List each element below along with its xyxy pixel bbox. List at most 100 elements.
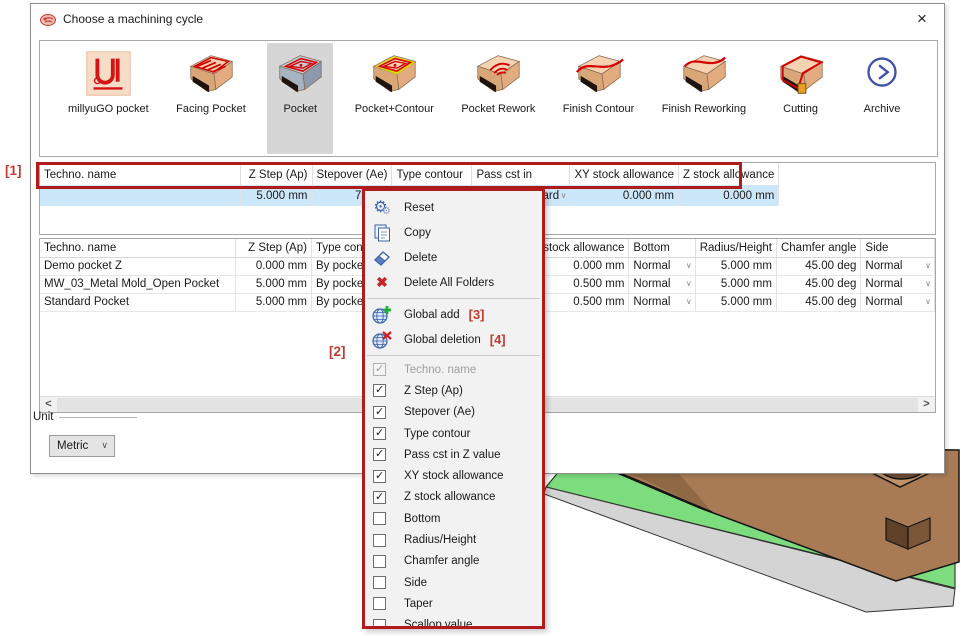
cell[interactable]: MW_03_Metal Mold_Open Pocket — [40, 275, 236, 293]
cell[interactable]: Normal∨ — [861, 293, 935, 311]
archive-icon — [855, 49, 909, 101]
cycle-label: Pocket — [283, 103, 317, 116]
column-toggle-z-stock-allowance[interactable]: Z stock allowance — [365, 487, 542, 508]
checkbox-icon[interactable] — [373, 384, 386, 397]
cell[interactable]: Demo pocket Z — [40, 257, 236, 275]
cell[interactable]: Normal∨ — [861, 257, 935, 275]
checkbox-icon[interactable] — [373, 534, 386, 547]
column-header-type-contour[interactable]: Type contour — [392, 163, 472, 185]
column-toggle-stepover-ae[interactable]: Stepover (Ae) — [365, 402, 542, 423]
menu-item-global-add[interactable]: Global add [3] — [365, 302, 542, 327]
column-toggle-label: Z stock allowance — [404, 491, 495, 503]
cell[interactable] — [40, 185, 240, 206]
checkbox-icon[interactable] — [373, 512, 386, 525]
menu-item-delete[interactable]: Delete — [365, 245, 542, 270]
unit-select[interactable]: Metric ∨ — [49, 435, 115, 457]
column-toggle-chamfer-angle[interactable]: Chamfer angle — [365, 551, 542, 572]
cycle-finish-contour[interactable]: Finish Contour — [557, 43, 641, 154]
menu-item-reset[interactable]: ⚙⚙Reset — [365, 195, 542, 220]
checkbox-icon[interactable] — [373, 427, 386, 440]
menu-item-global-deletion[interactable]: Global deletion[4] — [365, 327, 542, 352]
column-toggle-side[interactable]: Side — [365, 572, 542, 593]
cell[interactable]: 5.000 mm — [695, 257, 776, 275]
cycle-facing-pocket[interactable]: Facing Pocket — [170, 43, 252, 154]
column-header-xy-stock-allowance[interactable]: XY stock allowance — [570, 163, 679, 185]
checkbox-icon[interactable] — [373, 597, 386, 610]
cycle-pocket-rework[interactable]: Pocket Rework — [455, 43, 541, 154]
column-header-bottom[interactable]: Bottom — [629, 239, 695, 257]
column-toggle-xy-stock-allowance[interactable]: XY stock allowance — [365, 465, 542, 486]
cell[interactable]: Normal∨ — [861, 275, 935, 293]
cell[interactable]: 0.000 mm — [236, 257, 312, 275]
cell[interactable]: Normal∨ — [629, 275, 695, 293]
annotation-label-2: [2] — [329, 344, 346, 359]
cell[interactable]: Standard Pocket — [40, 293, 236, 311]
column-toggle-label: Bottom — [404, 513, 440, 525]
cell[interactable]: 45.00 deg — [776, 293, 860, 311]
checkbox-icon[interactable] — [373, 619, 386, 629]
cell[interactable]: 45.00 deg — [776, 275, 860, 293]
column-header-z-stock-allowance[interactable]: Z stock allowance — [678, 163, 778, 185]
cycle-archive[interactable]: Archive — [849, 43, 915, 154]
checkbox-icon[interactable] — [373, 491, 386, 504]
cell[interactable]: 0.000 mm — [678, 185, 778, 206]
checkbox-icon[interactable] — [373, 448, 386, 461]
cell[interactable]: 5.000 mm — [695, 275, 776, 293]
checkbox-icon[interactable] — [373, 406, 386, 419]
cycle-label: millyuGO pocket — [68, 103, 149, 116]
column-header-pass-cst-in[interactable]: Pass cst in — [472, 163, 570, 185]
menu-item-copy[interactable]: Copy — [365, 220, 542, 245]
column-header-radius-height[interactable]: Radius/Height — [695, 239, 776, 257]
column-toggle-pass-cst-in-z-value[interactable]: Pass cst in Z value — [365, 444, 542, 465]
annotation-label: [3] — [469, 307, 485, 322]
column-toggle-label: Side — [404, 577, 427, 589]
checkbox-icon[interactable] — [373, 555, 386, 568]
cell[interactable]: 0.000 mm — [570, 185, 679, 206]
cycle-millyugo-pocket[interactable]: millyuGO pocket — [62, 43, 155, 154]
column-header-side[interactable]: Side — [861, 239, 935, 257]
column-toggle-label: Taper — [404, 598, 433, 610]
column-toggle-scallop-value[interactable]: Scallop value — [365, 615, 542, 629]
column-header-techno-name[interactable]: Techno. name — [40, 163, 240, 185]
column-header-techno-name[interactable]: Techno. name — [40, 239, 236, 257]
column-toggle-z-step-ap[interactable]: Z Step (Ap) — [365, 380, 542, 401]
checkbox-icon[interactable] — [373, 576, 386, 589]
column-toggle-type-contour[interactable]: Type contour — [365, 423, 542, 444]
cycle-pocket[interactable]: Pocket — [267, 43, 333, 154]
groupbox-rule — [59, 417, 137, 418]
close-icon[interactable]: × — [910, 8, 934, 30]
cell[interactable]: 5.000 mm — [695, 293, 776, 311]
cell[interactable]: 5.000 mm — [236, 293, 312, 311]
cell[interactable]: 5.000 mm — [240, 185, 312, 206]
menu-item-label: Delete — [404, 252, 437, 264]
column-header-chamfer-angle[interactable]: Chamfer angle — [776, 239, 860, 257]
menu-item-delete-all-folders[interactable]: ✖Delete All Folders — [365, 270, 542, 295]
checkbox-icon[interactable] — [373, 470, 386, 483]
column-toggle-label: XY stock allowance — [404, 470, 504, 482]
column-toggle-taper[interactable]: Taper — [365, 593, 542, 614]
globe-add-icon — [370, 305, 394, 324]
cell[interactable]: 45.00 deg — [776, 257, 860, 275]
cycle-pocket-contour[interactable]: Pocket+Contour — [349, 43, 440, 154]
chevron-down-icon: ∨ — [686, 297, 692, 306]
menu-item-label: Global add — [404, 309, 460, 321]
cell-value: Normal — [633, 260, 670, 272]
cutting-icon — [774, 49, 828, 101]
unit-label: Unit — [33, 411, 53, 423]
column-toggle-radius-height[interactable]: Radius/Height — [365, 529, 542, 550]
scroll-right-icon[interactable]: > — [918, 397, 935, 413]
cycle-label: Finish Reworking — [662, 103, 746, 116]
cell[interactable]: Normal∨ — [629, 257, 695, 275]
column-toggle-bottom[interactable]: Bottom — [365, 508, 542, 529]
cycle-label: Cutting — [783, 103, 818, 116]
checkbox-icon — [373, 363, 386, 376]
cycle-finish-reworking[interactable]: Finish Reworking — [656, 43, 752, 154]
cycle-label: Finish Contour — [563, 103, 635, 116]
column-header-z-step-ap[interactable]: Z Step (Ap) — [240, 163, 312, 185]
column-header-stepover-ae[interactable]: Stepover (Ae) — [312, 163, 392, 185]
cycle-cutting[interactable]: Cutting — [768, 43, 834, 154]
column-header-z-step-ap[interactable]: Z Step (Ap) — [236, 239, 312, 257]
cell[interactable]: Normal ∨ — [629, 293, 695, 311]
cell-value: Normal — [633, 296, 670, 308]
cell[interactable]: 5.000 mm — [236, 275, 312, 293]
